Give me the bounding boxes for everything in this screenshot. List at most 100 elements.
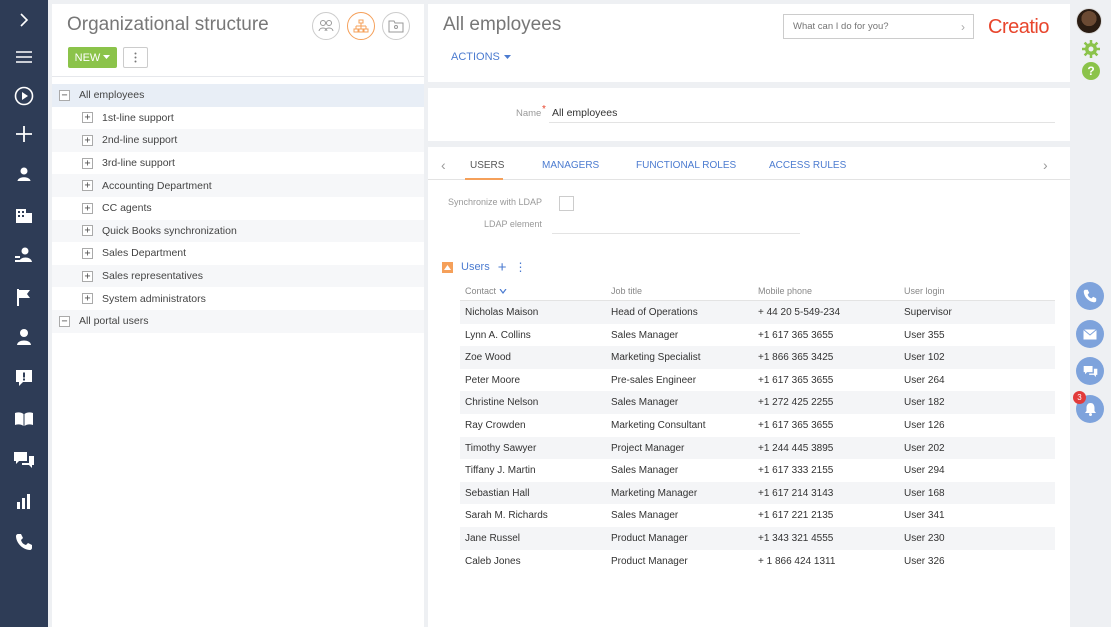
tree-item[interactable]: + Accounting Department [52,174,424,197]
table-row[interactable]: Caleb Jones Product Manager + 1 866 424 13… [460,550,1055,573]
collapse-icon[interactable]: − [59,315,70,327]
email-button[interactable] [1076,320,1104,348]
table-row[interactable]: Sarah M. Richards Sales Manager +1 617 221… [460,504,1055,527]
command-search[interactable]: › [783,14,974,39]
person-icon[interactable] [12,325,36,349]
chevron-right-icon[interactable] [12,8,36,32]
play-icon[interactable] [12,84,36,108]
new-button[interactable]: NEW [68,47,117,68]
add-user-button[interactable]: + [498,260,507,275]
expand-icon[interactable]: + [82,180,93,192]
cell-job-title: Sales Manager [611,465,679,477]
expand-icon[interactable]: + [82,225,93,237]
cell-job-title: Marketing Consultant [611,419,706,431]
cell-user-login: User 264 [904,374,945,386]
gear-icon[interactable] [1082,40,1100,61]
chevron-right-icon[interactable]: › [961,20,965,34]
tree-item[interactable]: +3rd-line support [52,152,424,175]
table-row[interactable]: Lynn A. Collins Sales Manager +1 617 365 3… [460,324,1055,347]
tree-item[interactable]: +2nd-line support [52,129,424,152]
table-row[interactable]: Timothy Sawyer Project Manager +1 244 445 … [460,436,1055,460]
chart-icon[interactable] [12,489,36,513]
plus-icon[interactable] [12,122,36,146]
book-icon[interactable] [12,407,36,431]
tab-managers[interactable]: MANAGERS [542,160,599,171]
cell-mobile-phone: +1 617 333 2155 [758,465,834,477]
cell-job-title: Product Manager [611,532,688,544]
tree-item[interactable]: + System administrators [52,287,424,310]
column-header-mobile-phone[interactable]: Mobile phone [758,286,812,296]
expand-icon[interactable]: + [82,112,93,124]
collapse-icon[interactable] [442,261,453,273]
column-header-job-title[interactable]: Job title [611,286,642,296]
chat-button[interactable] [1076,357,1104,385]
expand-icon[interactable]: + [82,134,93,146]
column-header-user-login[interactable]: User login [904,286,945,296]
cell-mobile-phone: +1 617 365 3655 [758,419,834,431]
tab-users[interactable]: USERS [470,160,504,171]
search-input[interactable] [793,21,953,32]
menu-icon[interactable] [12,45,36,69]
tree-item[interactable]: + CC agents [52,197,424,220]
actions-button[interactable]: ACTIONS [451,51,511,63]
table-row[interactable]: Peter Moore Pre-sales Engineer +1 617 365 … [460,369,1055,392]
tree-item[interactable]: +1st-line support [52,107,424,130]
required-mark: * [542,104,546,115]
chevron-right-icon[interactable]: › [1043,157,1048,173]
table-row[interactable]: Zoe Wood Marketing Specialist +1 866 365 3… [460,346,1055,369]
table-row[interactable]: Nicholas Maison Head of Operations + 44 20… [460,301,1055,324]
envelope-icon [1083,328,1097,339]
tab-access-rules[interactable]: ACCESS RULES [769,160,846,171]
caret-down-icon [503,54,511,59]
kebab-icon[interactable]: ⋮ [515,260,527,274]
hierarchy-view-icon[interactable] [347,12,375,40]
tree-item[interactable]: − All portal users [52,309,424,333]
table-row[interactable]: Tiffany J. Martin Sales Manager +1 617 333… [460,459,1055,482]
table-row[interactable]: Christine Nelson Sales Manager +1 272 425 … [460,391,1055,414]
ldap-sync-checkbox[interactable] [559,196,574,211]
expand-icon[interactable]: + [82,293,93,305]
org-structure-panel: Organizational structure NEW − All employ… [52,4,424,627]
expand-icon[interactable]: + [82,202,93,214]
flag-icon[interactable] [12,285,36,309]
sort-down-icon [499,288,507,294]
users-view-icon[interactable] [312,12,340,40]
name-field[interactable]: All employees [552,107,617,119]
table-row[interactable]: Ray Crowden Marketing Consultant +1 617 36… [460,414,1055,437]
cell-user-login: User 326 [904,555,945,567]
users-detail-title[interactable]: Users [461,261,490,273]
building-icon[interactable] [12,203,36,227]
tree-item[interactable]: − All employees [52,84,424,107]
alert-icon[interactable] [12,366,36,390]
table-row[interactable]: Jane Russel Product Manager +1 343 321 455… [460,526,1055,550]
cell-user-login: User 230 [904,532,945,544]
collapse-icon[interactable]: − [59,89,70,101]
contact-icon[interactable] [12,162,36,186]
cell-mobile-phone: +1 272 425 2255 [758,397,834,409]
tree-item-label: 1st-line support [102,111,174,124]
help-icon[interactable]: ? [1082,62,1100,80]
expand-icon[interactable]: + [82,157,93,169]
call-button[interactable] [1076,282,1104,310]
tree-item[interactable]: + Sales representatives [52,264,424,288]
cell-user-login: User 102 [904,352,945,364]
avatar[interactable] [1076,8,1102,34]
expand-icon[interactable]: + [82,270,93,282]
phone-icon[interactable] [12,530,36,554]
expand-icon[interactable]: + [82,247,93,259]
cell-job-title: Product Manager [611,555,688,567]
cell-user-login: User 294 [904,465,945,477]
ldap-element-field[interactable] [552,233,800,234]
folder-view-icon[interactable] [382,12,410,40]
panel-title: Organizational structure [67,14,269,35]
tab-functional-roles[interactable]: FUNCTIONAL ROLES [636,160,736,171]
more-options-button[interactable] [123,47,148,68]
chat-icon[interactable] [12,448,36,472]
chevron-left-icon[interactable]: ‹ [441,157,446,173]
users-grid: Contact Job title Mobile phone User logi… [460,284,1055,572]
tree-item[interactable]: + Quick Books synchronization [52,219,424,243]
tree-item[interactable]: + Sales Department [52,242,424,265]
table-row[interactable]: Sebastian Hall Marketing Manager +1 617 21… [460,481,1055,505]
column-header-contact[interactable]: Contact [465,286,507,296]
users-icon[interactable] [12,243,36,267]
